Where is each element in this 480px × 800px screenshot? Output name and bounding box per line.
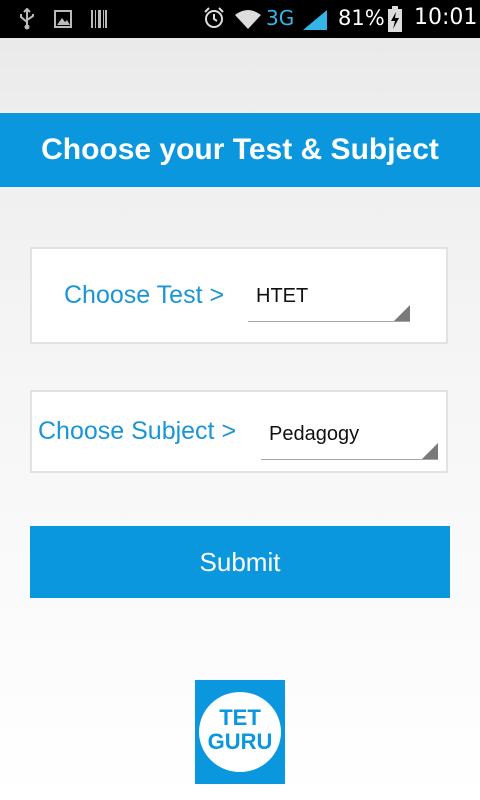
dropdown-arrow-icon <box>422 443 438 459</box>
test-label: Choose Test > <box>64 281 225 309</box>
test-selector-card: Choose Test > HTET <box>30 247 448 344</box>
subject-label: Choose Subject > <box>38 417 237 445</box>
subject-dropdown[interactable]: Pedagogy <box>261 417 438 460</box>
barcode-icon <box>91 10 107 28</box>
signal-icon <box>303 10 327 30</box>
test-dropdown[interactable]: HTET <box>248 279 410 322</box>
usb-icon <box>20 8 34 30</box>
submit-button[interactable]: Submit <box>30 526 450 598</box>
status-bar: 3G 81% 10:01 <box>0 0 480 38</box>
battery-percent: 81% <box>338 6 385 30</box>
network-type: 3G <box>266 6 295 30</box>
wifi-icon <box>235 10 261 29</box>
logo-text-tet: TET <box>219 705 261 730</box>
logo-text-guru: GURU <box>207 729 273 754</box>
alarm-icon <box>204 7 224 28</box>
battery-charging-icon <box>388 6 402 32</box>
subject-dropdown-value: Pedagogy <box>269 423 360 445</box>
dropdown-arrow-icon <box>394 305 410 321</box>
subject-selector-card: Choose Subject > Pedagogy <box>30 390 448 473</box>
image-icon <box>54 10 72 28</box>
clock: 10:01 <box>414 5 478 30</box>
test-dropdown-value: HTET <box>256 285 309 307</box>
page-title: Choose your Test & Subject <box>41 133 439 166</box>
tet-guru-logo: TET GURU <box>195 680 285 784</box>
header-banner: Choose your Test & Subject <box>0 113 480 187</box>
